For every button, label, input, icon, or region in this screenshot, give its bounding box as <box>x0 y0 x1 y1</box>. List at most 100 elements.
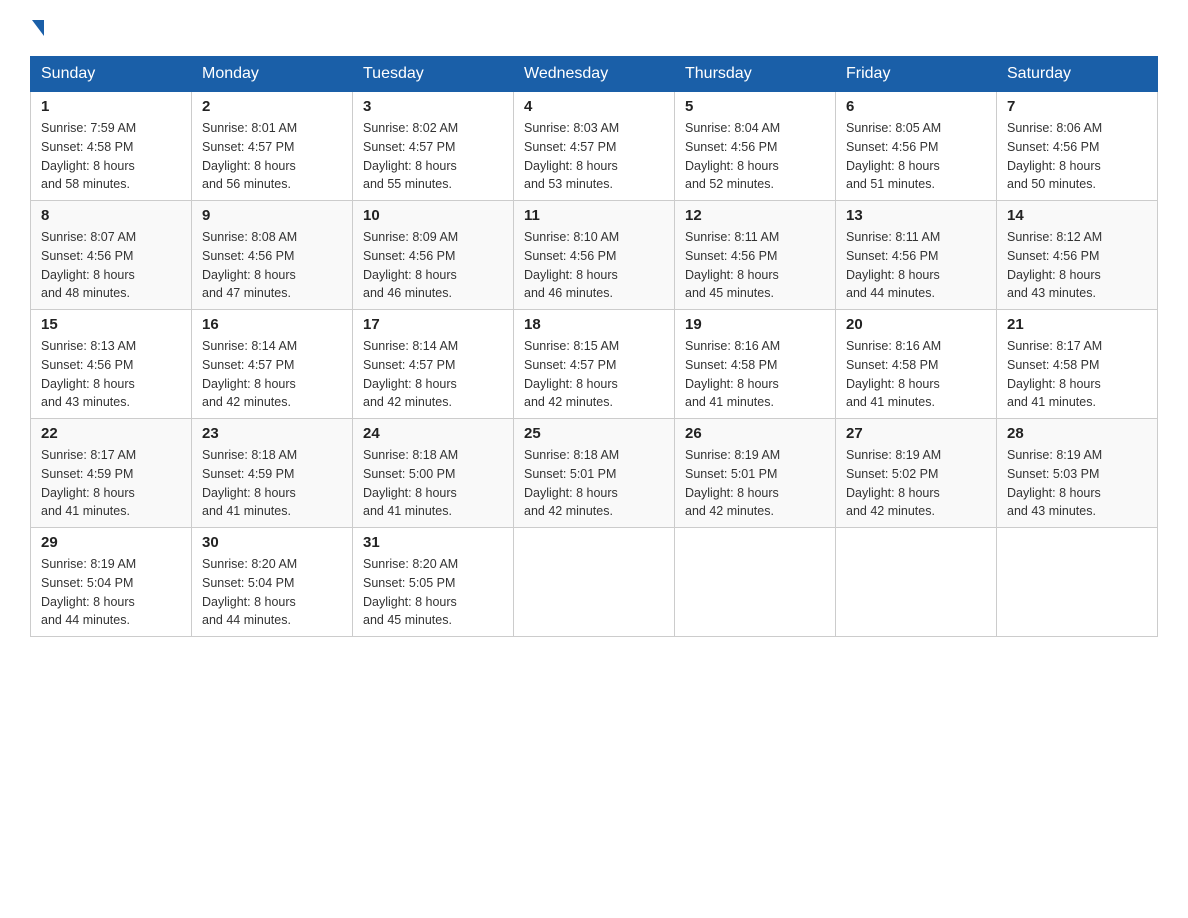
day-info: Sunrise: 8:17 AMSunset: 4:59 PMDaylight:… <box>41 446 181 521</box>
calendar-cell: 22 Sunrise: 8:17 AMSunset: 4:59 PMDayligh… <box>31 419 192 528</box>
day-info: Sunrise: 8:12 AMSunset: 4:56 PMDaylight:… <box>1007 228 1147 303</box>
calendar-week-row: 8Sunrise: 8:07 AMSunset: 4:56 PMDaylight… <box>31 201 1158 310</box>
day-info: Sunrise: 8:09 AMSunset: 4:56 PMDaylight:… <box>363 228 503 303</box>
page-header <box>30 20 1158 36</box>
calendar-cell: 16Sunrise: 8:14 AMSunset: 4:57 PMDayligh… <box>192 310 353 419</box>
calendar-cell: 10 Sunrise: 8:09 AMSunset: 4:56 PMDayligh… <box>353 201 514 310</box>
calendar-week-row: 15 Sunrise: 8:13 AMSunset: 4:56 PMDayligh… <box>31 310 1158 419</box>
day-info: Sunrise: 8:14 AMSunset: 4:57 PMDaylight:… <box>363 337 503 412</box>
day-number: 22 <box>41 425 181 442</box>
calendar-table: SundayMondayTuesdayWednesdayThursdayFrid… <box>30 56 1158 637</box>
day-number: 19 <box>685 316 825 333</box>
day-number: 18 <box>524 316 664 333</box>
calendar-week-row: 1 Sunrise: 7:59 AMSunset: 4:58 PMDaylight… <box>31 92 1158 201</box>
logo <box>30 20 44 36</box>
calendar-week-row: 22 Sunrise: 8:17 AMSunset: 4:59 PMDayligh… <box>31 419 1158 528</box>
calendar-cell: 17 Sunrise: 8:14 AMSunset: 4:57 PMDayligh… <box>353 310 514 419</box>
day-info: Sunrise: 8:18 AMSunset: 5:01 PMDaylight:… <box>524 446 664 521</box>
day-info: Sunrise: 8:19 AMSunset: 5:03 PMDaylight:… <box>1007 446 1147 521</box>
day-info: Sunrise: 8:04 AMSunset: 4:56 PMDaylight:… <box>685 119 825 194</box>
day-number: 26 <box>685 425 825 442</box>
calendar-cell <box>836 528 997 637</box>
day-number: 3 <box>363 98 503 115</box>
calendar-cell: 21 Sunrise: 8:17 AMSunset: 4:58 PMDayligh… <box>997 310 1158 419</box>
day-header-saturday: Saturday <box>997 57 1158 92</box>
calendar-week-row: 29 Sunrise: 8:19 AMSunset: 5:04 PMDayligh… <box>31 528 1158 637</box>
day-info: Sunrise: 8:19 AMSunset: 5:01 PMDaylight:… <box>685 446 825 521</box>
calendar-cell: 29 Sunrise: 8:19 AMSunset: 5:04 PMDayligh… <box>31 528 192 637</box>
day-number: 10 <box>363 207 503 224</box>
day-number: 9 <box>202 207 342 224</box>
day-info: Sunrise: 8:18 AMSunset: 5:00 PMDaylight:… <box>363 446 503 521</box>
day-header-thursday: Thursday <box>675 57 836 92</box>
day-number: 15 <box>41 316 181 333</box>
day-number: 17 <box>363 316 503 333</box>
day-number: 4 <box>524 98 664 115</box>
calendar-cell: 8Sunrise: 8:07 AMSunset: 4:56 PMDaylight… <box>31 201 192 310</box>
day-number: 11 <box>524 207 664 224</box>
day-number: 20 <box>846 316 986 333</box>
calendar-cell: 26 Sunrise: 8:19 AMSunset: 5:01 PMDayligh… <box>675 419 836 528</box>
calendar-cell: 7Sunrise: 8:06 AMSunset: 4:56 PMDaylight… <box>997 92 1158 201</box>
day-number: 29 <box>41 534 181 551</box>
day-number: 2 <box>202 98 342 115</box>
day-info: Sunrise: 8:10 AMSunset: 4:56 PMDaylight:… <box>524 228 664 303</box>
day-number: 27 <box>846 425 986 442</box>
calendar-cell: 20 Sunrise: 8:16 AMSunset: 4:58 PMDayligh… <box>836 310 997 419</box>
day-number: 5 <box>685 98 825 115</box>
day-number: 31 <box>363 534 503 551</box>
day-header-tuesday: Tuesday <box>353 57 514 92</box>
calendar-cell: 23Sunrise: 8:18 AMSunset: 4:59 PMDayligh… <box>192 419 353 528</box>
calendar-cell: 4 Sunrise: 8:03 AMSunset: 4:57 PMDaylight… <box>514 92 675 201</box>
calendar-cell: 3 Sunrise: 8:02 AMSunset: 4:57 PMDaylight… <box>353 92 514 201</box>
calendar-cell: 6Sunrise: 8:05 AMSunset: 4:56 PMDaylight… <box>836 92 997 201</box>
day-info: Sunrise: 8:15 AMSunset: 4:57 PMDaylight:… <box>524 337 664 412</box>
day-info: Sunrise: 8:20 AMSunset: 5:04 PMDaylight:… <box>202 555 342 630</box>
day-number: 21 <box>1007 316 1147 333</box>
day-info: Sunrise: 8:11 AMSunset: 4:56 PMDaylight:… <box>685 228 825 303</box>
day-number: 24 <box>363 425 503 442</box>
calendar-cell: 28Sunrise: 8:19 AMSunset: 5:03 PMDayligh… <box>997 419 1158 528</box>
day-info: Sunrise: 8:08 AMSunset: 4:56 PMDaylight:… <box>202 228 342 303</box>
day-info: Sunrise: 8:16 AMSunset: 4:58 PMDaylight:… <box>685 337 825 412</box>
day-info: Sunrise: 8:03 AMSunset: 4:57 PMDaylight:… <box>524 119 664 194</box>
day-info: Sunrise: 7:59 AMSunset: 4:58 PMDaylight:… <box>41 119 181 194</box>
day-info: Sunrise: 8:17 AMSunset: 4:58 PMDaylight:… <box>1007 337 1147 412</box>
day-info: Sunrise: 8:14 AMSunset: 4:57 PMDaylight:… <box>202 337 342 412</box>
calendar-cell <box>675 528 836 637</box>
day-number: 12 <box>685 207 825 224</box>
day-info: Sunrise: 8:02 AMSunset: 4:57 PMDaylight:… <box>363 119 503 194</box>
day-number: 30 <box>202 534 342 551</box>
calendar-cell <box>997 528 1158 637</box>
day-number: 1 <box>41 98 181 115</box>
day-info: Sunrise: 8:19 AMSunset: 5:02 PMDaylight:… <box>846 446 986 521</box>
calendar-cell: 15 Sunrise: 8:13 AMSunset: 4:56 PMDayligh… <box>31 310 192 419</box>
day-number: 8 <box>41 207 181 224</box>
calendar-cell: 30 Sunrise: 8:20 AMSunset: 5:04 PMDayligh… <box>192 528 353 637</box>
calendar-cell: 14 Sunrise: 8:12 AMSunset: 4:56 PMDayligh… <box>997 201 1158 310</box>
day-header-sunday: Sunday <box>31 57 192 92</box>
day-info: Sunrise: 8:01 AMSunset: 4:57 PMDaylight:… <box>202 119 342 194</box>
day-info: Sunrise: 8:19 AMSunset: 5:04 PMDaylight:… <box>41 555 181 630</box>
calendar-cell: 11 Sunrise: 8:10 AMSunset: 4:56 PMDayligh… <box>514 201 675 310</box>
day-info: Sunrise: 8:16 AMSunset: 4:58 PMDaylight:… <box>846 337 986 412</box>
calendar-cell: 1 Sunrise: 7:59 AMSunset: 4:58 PMDaylight… <box>31 92 192 201</box>
day-number: 25 <box>524 425 664 442</box>
day-info: Sunrise: 8:13 AMSunset: 4:56 PMDaylight:… <box>41 337 181 412</box>
calendar-cell: 25 Sunrise: 8:18 AMSunset: 5:01 PMDayligh… <box>514 419 675 528</box>
calendar-cell: 31 Sunrise: 8:20 AMSunset: 5:05 PMDayligh… <box>353 528 514 637</box>
calendar-cell: 5 Sunrise: 8:04 AMSunset: 4:56 PMDaylight… <box>675 92 836 201</box>
calendar-cell: 2 Sunrise: 8:01 AMSunset: 4:57 PMDaylight… <box>192 92 353 201</box>
calendar-cell: 24 Sunrise: 8:18 AMSunset: 5:00 PMDayligh… <box>353 419 514 528</box>
calendar-cell: 13Sunrise: 8:11 AMSunset: 4:56 PMDayligh… <box>836 201 997 310</box>
day-header-friday: Friday <box>836 57 997 92</box>
calendar-cell <box>514 528 675 637</box>
calendar-cell: 18 Sunrise: 8:15 AMSunset: 4:57 PMDayligh… <box>514 310 675 419</box>
day-info: Sunrise: 8:20 AMSunset: 5:05 PMDaylight:… <box>363 555 503 630</box>
day-number: 6 <box>846 98 986 115</box>
day-info: Sunrise: 8:18 AMSunset: 4:59 PMDaylight:… <box>202 446 342 521</box>
day-number: 7 <box>1007 98 1147 115</box>
day-info: Sunrise: 8:11 AMSunset: 4:56 PMDaylight:… <box>846 228 986 303</box>
day-header-monday: Monday <box>192 57 353 92</box>
day-number: 14 <box>1007 207 1147 224</box>
